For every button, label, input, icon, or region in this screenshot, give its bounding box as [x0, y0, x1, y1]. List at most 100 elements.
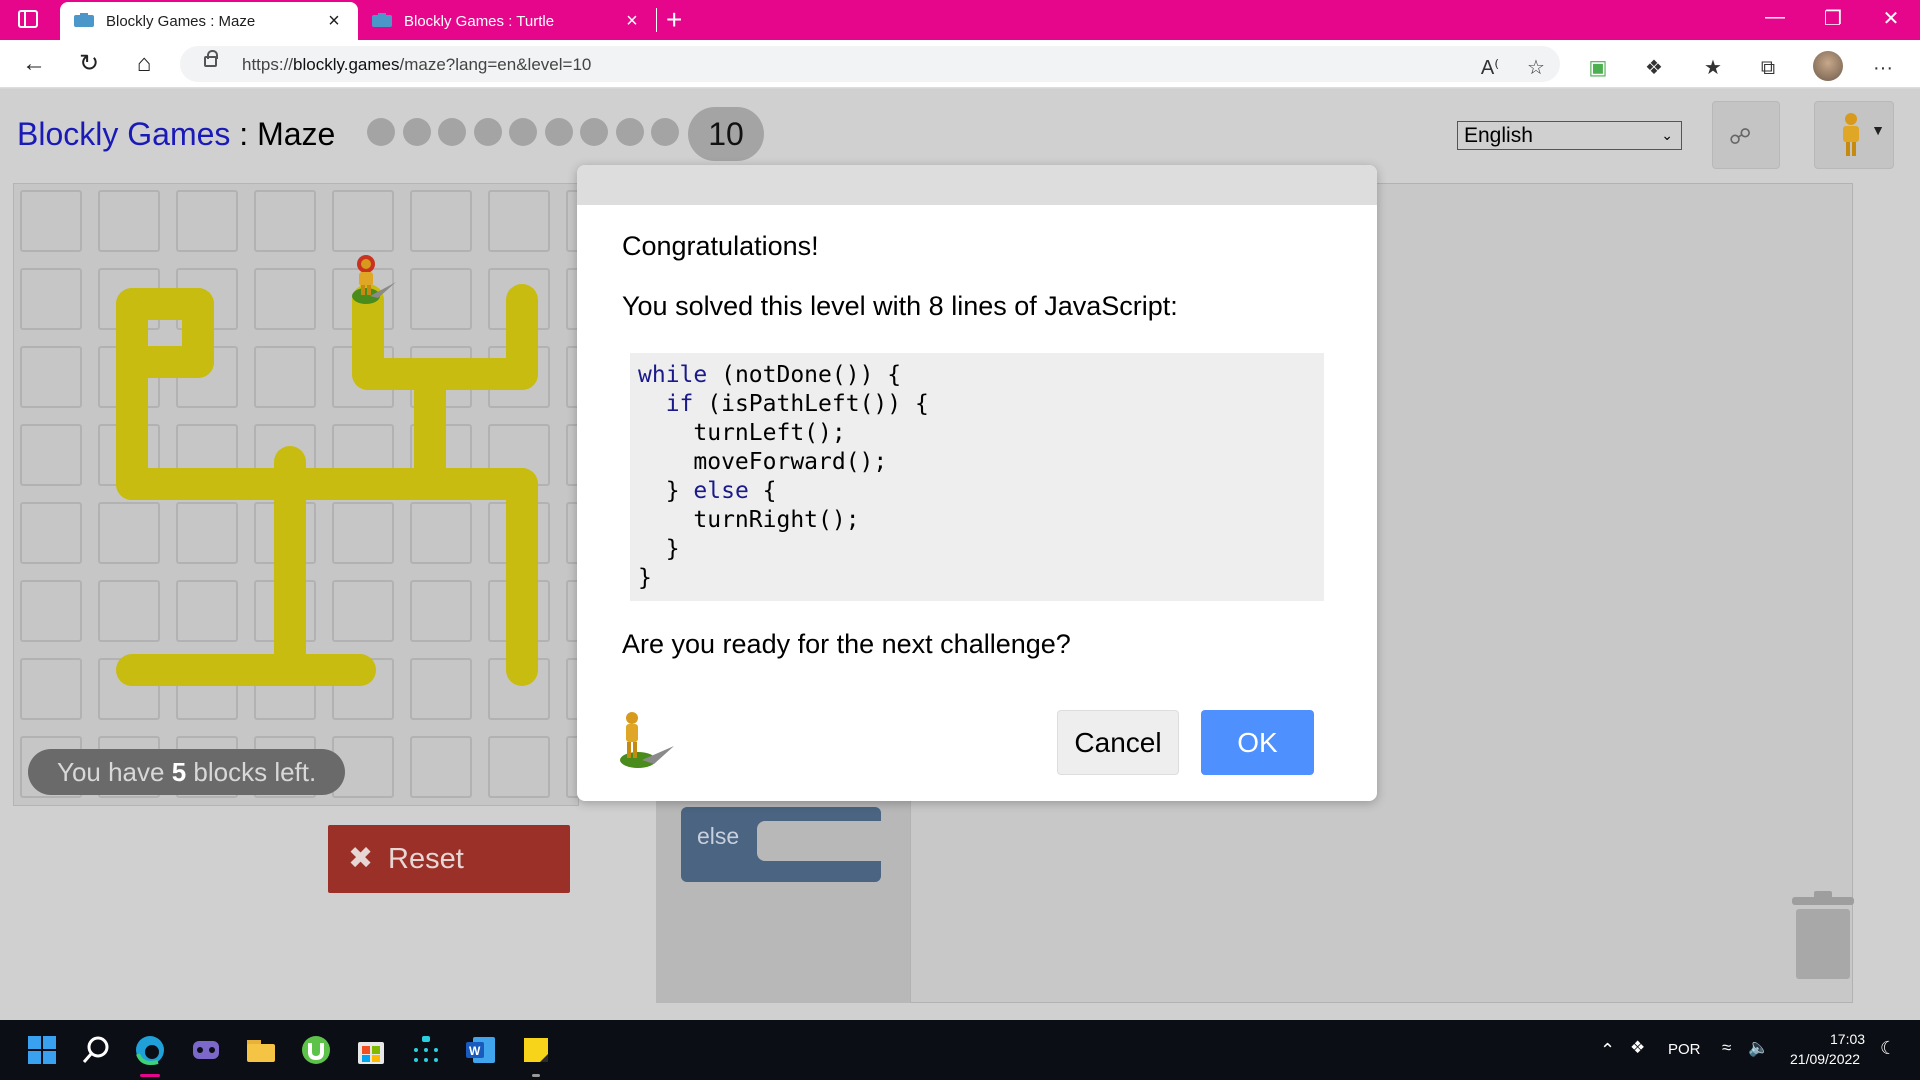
maze-path	[274, 446, 306, 686]
code-keyword: while	[638, 362, 708, 388]
maze-wall-tile	[410, 736, 472, 798]
level-dot-7[interactable]	[580, 118, 608, 146]
windows-start-icon[interactable]	[24, 1032, 60, 1068]
lock-icon[interactable]	[204, 50, 218, 67]
close-tab-icon[interactable]: ×	[324, 10, 344, 33]
read-aloud-icon[interactable]: A⁽	[1474, 52, 1506, 84]
code-line: turnLeft();	[638, 419, 1316, 448]
input-language[interactable]: POR	[1668, 1041, 1701, 1058]
refresh-icon[interactable]: ↻	[73, 48, 105, 80]
close-tab-icon[interactable]: ×	[622, 10, 642, 33]
wifi-icon[interactable]: ≈	[1722, 1038, 1731, 1058]
code-line: moveForward();	[638, 448, 1316, 477]
maze-wall-tile	[410, 502, 472, 564]
maze-wall-tile	[332, 502, 394, 564]
dialog-ready-text: Are you ready for the next challenge?	[622, 629, 1071, 659]
blocks-left-count: 5	[171, 757, 187, 787]
trash-can-icon[interactable]	[1788, 889, 1858, 981]
chevron-down-icon: ⌄	[1661, 127, 1673, 143]
maze-wall-tile	[332, 190, 394, 252]
blockly-games-link[interactable]: Blockly Games	[17, 116, 230, 152]
level-dot-9[interactable]	[651, 118, 679, 146]
extension-inbox-icon[interactable]: ▣	[1582, 52, 1614, 84]
maze-path	[116, 346, 214, 378]
maze-path	[116, 468, 538, 500]
sticky-notes-icon[interactable]	[518, 1032, 554, 1068]
favorites-list-icon[interactable]: ★	[1697, 52, 1729, 84]
extensions-puzzle-icon[interactable]: ❖	[1638, 52, 1670, 84]
link-button[interactable]: ☍	[1712, 101, 1780, 169]
maze-wall-tile	[98, 502, 160, 564]
else-block-slot	[757, 821, 881, 861]
ok-button[interactable]: OK	[1201, 710, 1314, 775]
current-level-bubble[interactable]: 10	[688, 107, 764, 161]
maze-wall-tile	[410, 580, 472, 642]
clock-date[interactable]: 21/09/2022	[1790, 1051, 1860, 1067]
code-line: if (isPathLeft()) {	[638, 390, 1316, 419]
congratulations-dialog: Congratulations! You solved this level w…	[577, 165, 1377, 801]
level-dot-1[interactable]	[367, 118, 395, 146]
word-icon[interactable]: W	[463, 1032, 499, 1068]
maze-wall-tile	[20, 424, 82, 486]
maze-wall-tile	[410, 190, 472, 252]
code-text: (isPathLeft()) {	[693, 391, 929, 417]
pegman-selector-button[interactable]: ▼	[1814, 101, 1894, 169]
home-icon[interactable]: ⌂	[128, 48, 160, 80]
maze-wall-tile	[254, 346, 316, 408]
apps-grid-icon[interactable]	[408, 1032, 444, 1068]
tab-actions-icon[interactable]	[18, 10, 38, 28]
cancel-button[interactable]: Cancel	[1057, 710, 1179, 775]
code-text: turnLeft();	[693, 420, 846, 446]
language-value: English	[1464, 124, 1533, 147]
collections-icon[interactable]: ⧉	[1752, 52, 1784, 84]
reset-button[interactable]: ✖ Reset	[328, 825, 570, 893]
clock-time[interactable]: 17:03	[1830, 1031, 1865, 1047]
search-icon[interactable]	[78, 1032, 114, 1068]
level-dot-6[interactable]	[544, 118, 573, 146]
level-dot-5[interactable]	[509, 118, 537, 146]
code-text: (notDone()) {	[707, 362, 902, 388]
svg-text:W: W	[469, 1044, 481, 1058]
level-dot-3[interactable]	[438, 118, 466, 146]
else-block[interactable]: else	[681, 807, 881, 882]
level-dot-8[interactable]	[615, 118, 644, 146]
edge-browser-icon[interactable]	[132, 1032, 168, 1068]
code-listing: while (notDone()) { if (isPathLeft()) { …	[630, 353, 1324, 601]
maze-wall-tile	[20, 658, 82, 720]
code-line: while (notDone()) {	[638, 361, 1316, 390]
dialog-header[interactable]	[577, 165, 1377, 205]
restore-button[interactable]: ❐	[1810, 6, 1856, 31]
microsoft-store-icon[interactable]	[353, 1032, 389, 1068]
level-dot-2[interactable]	[402, 118, 431, 146]
dialog-congrats-text: Congratulations!	[622, 231, 819, 261]
favorite-star-icon[interactable]: ☆	[1520, 52, 1552, 84]
code-line: }	[638, 564, 1316, 593]
dropdown-arrow-icon: ▼	[1871, 122, 1885, 138]
language-select[interactable]: English ⌄	[1457, 121, 1682, 150]
maze-path	[506, 468, 538, 686]
show-hidden-icons-icon[interactable]: ⌃	[1600, 1040, 1615, 1061]
close-window-button[interactable]: ✕	[1868, 6, 1914, 31]
tab-title: Blockly Games : Maze	[106, 12, 256, 30]
file-explorer-icon[interactable]	[243, 1032, 279, 1068]
tab-maze[interactable]: Blockly Games : Maze ×	[60, 2, 358, 40]
tab-turtle[interactable]: Blockly Games : Turtle ×	[358, 2, 656, 40]
profile-avatar[interactable]	[1813, 51, 1843, 81]
address-bar[interactable]: https://blockly.games/maze?lang=en&level…	[180, 46, 1560, 82]
level-dot-4[interactable]	[473, 118, 502, 146]
windows-taskbar: W ⌃ ❖ POR ≈ 🔈 17:03 21/09/2022 ☾	[0, 1020, 1920, 1080]
utorrent-icon[interactable]	[298, 1032, 334, 1068]
dropbox-icon[interactable]: ❖	[1630, 1038, 1645, 1058]
notifications-icon[interactable]: ☾	[1880, 1038, 1896, 1059]
new-tab-button[interactable]: +	[666, 4, 682, 36]
speaker-muted-icon[interactable]: 🔈	[1748, 1038, 1769, 1058]
code-keyword: if	[665, 391, 694, 417]
minimize-button[interactable]: —	[1752, 6, 1798, 29]
xbox-app-icon[interactable]	[188, 1032, 224, 1068]
open-app-indicator	[532, 1074, 540, 1077]
maze-wall-tile	[254, 268, 316, 330]
active-app-indicator	[140, 1074, 160, 1077]
back-arrow-icon[interactable]: ←	[18, 48, 50, 80]
maze-wall-tile	[20, 268, 82, 330]
more-menu-icon[interactable]: ···	[1867, 52, 1899, 84]
